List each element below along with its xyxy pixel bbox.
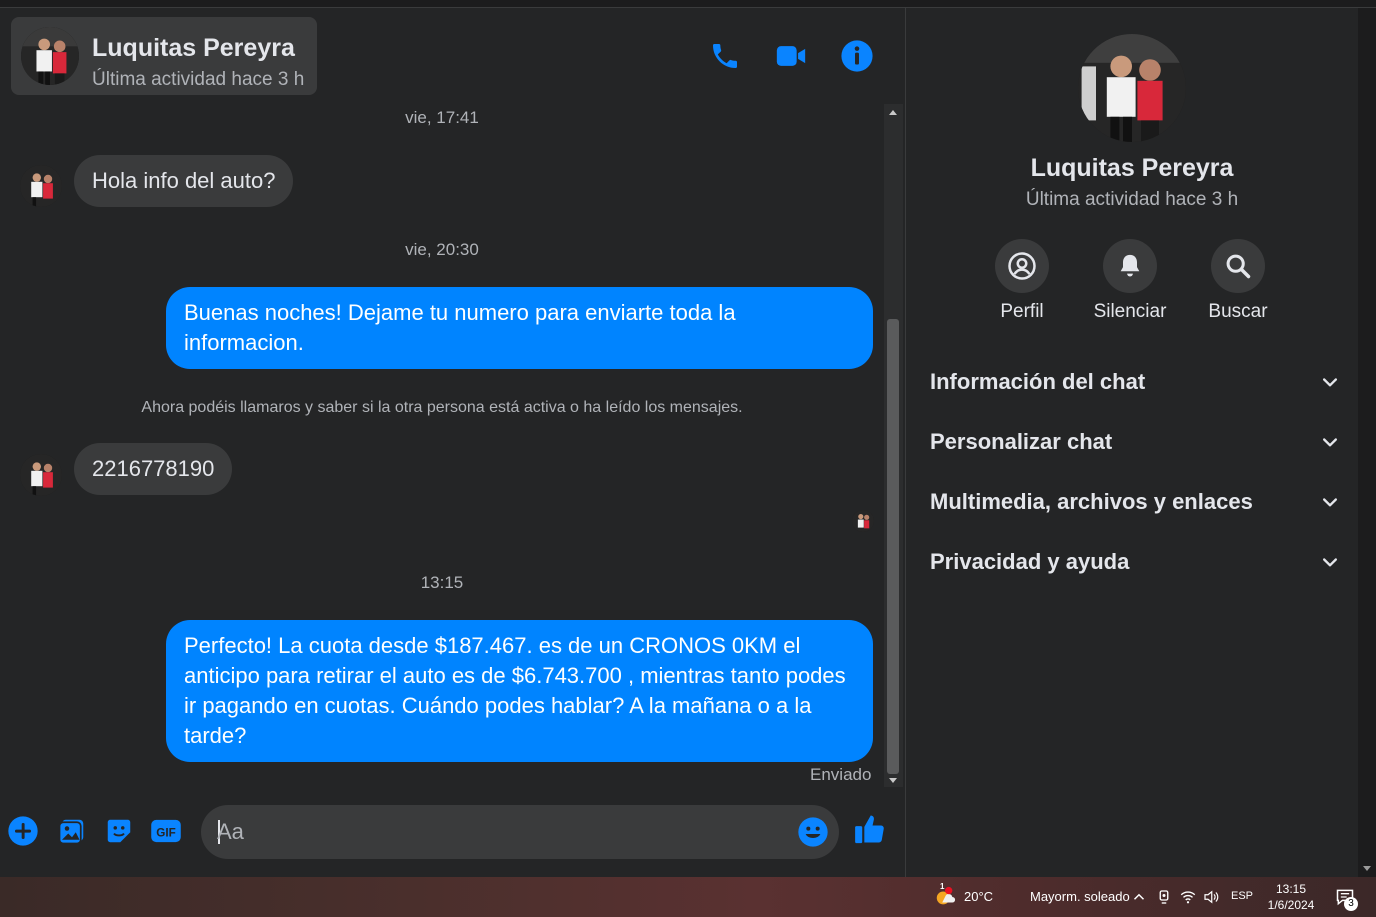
- section-label: Privacidad y ayuda: [930, 549, 1130, 574]
- section-privacy-support[interactable]: Privacidad y ayuda: [930, 537, 1340, 587]
- wifi-icon[interactable]: [1179, 888, 1197, 906]
- seen-indicator-avatar: [852, 510, 874, 532]
- scroll-up-arrow-icon[interactable]: [889, 110, 897, 115]
- conversation-details-panel: Luquitas Pereyra Última actividad hace 3…: [906, 8, 1358, 877]
- weather-sunny-icon[interactable]: [934, 886, 956, 908]
- window-top-border: [0, 0, 1376, 8]
- chat-notice: Ahora podéis llamaros y saber si la otra…: [141, 399, 743, 416]
- window-scrollbar[interactable]: [1358, 8, 1376, 877]
- section-customize-chat[interactable]: Personalizar chat: [930, 417, 1340, 467]
- chevron-down-icon: [1323, 438, 1337, 447]
- contact-status: Última actividad hace 3 h: [92, 69, 305, 90]
- chevron-up-icon[interactable]: [1130, 888, 1148, 906]
- info-icon: [841, 40, 873, 72]
- weather-description[interactable]: Mayorm. soleado: [1030, 889, 1130, 904]
- chat-header-contact[interactable]: Luquitas Pereyra Última actividad hace 3…: [11, 17, 317, 95]
- clock-date: 1/6/2024: [1267, 898, 1315, 912]
- weather-alert-count: 1: [940, 882, 945, 891]
- chevron-down-icon: [1323, 378, 1337, 387]
- mute-action[interactable]: Silenciar: [1080, 239, 1180, 323]
- image-icon: [58, 819, 84, 845]
- section-label: Personalizar chat: [930, 429, 1113, 454]
- more-actions-button[interactable]: [6, 814, 40, 848]
- scrollbar-thumb[interactable]: [887, 319, 899, 774]
- search-action[interactable]: Buscar: [1188, 239, 1288, 323]
- contact-name: Luquitas Pereyra: [92, 34, 295, 62]
- thumbs-up-icon: [855, 815, 884, 844]
- message-input-container[interactable]: [201, 805, 839, 859]
- messages-scrollbar[interactable]: [884, 104, 903, 787]
- video-icon: [776, 46, 806, 66]
- emoji-icon: [798, 817, 828, 847]
- search-action-label: Buscar: [1208, 301, 1268, 322]
- system-clock[interactable]: 13:15 1/6/2024: [1262, 881, 1320, 913]
- like-button[interactable]: [853, 812, 887, 846]
- video-call-button[interactable]: [773, 38, 809, 74]
- chat-column: Luquitas Pereyra Última actividad hace 3…: [0, 8, 905, 877]
- section-chat-info[interactable]: Información del chat: [930, 357, 1340, 407]
- message-timestamp: vie, 17:41: [405, 108, 479, 127]
- message-timestamp: 13:15: [420, 573, 464, 592]
- profile-icon: [1008, 252, 1036, 280]
- weather-temperature[interactable]: 20°C: [964, 889, 993, 904]
- chevron-down-icon: [1323, 558, 1337, 567]
- delivery-status: Enviado: [810, 765, 872, 784]
- scroll-down-arrow-icon[interactable]: [889, 778, 897, 783]
- section-media-files-links[interactable]: Multimedia, archivos y enlaces: [930, 477, 1340, 527]
- conversation-info-button[interactable]: [839, 38, 875, 74]
- windows-taskbar: 1 20°C Mayorm. soleado ESP 13:15 1/6/202…: [0, 877, 1376, 917]
- plus-icon: [8, 816, 38, 846]
- profile-action-label: Perfil: [1000, 301, 1044, 322]
- volume-icon[interactable]: [1202, 888, 1220, 906]
- scroll-down-arrow-icon[interactable]: [1363, 866, 1371, 871]
- clock-time: 13:15: [1275, 882, 1307, 896]
- attach-image-button[interactable]: [55, 814, 89, 848]
- chevron-down-icon: [1323, 498, 1337, 507]
- section-label: Información del chat: [930, 369, 1146, 394]
- profile-action[interactable]: Perfil: [972, 239, 1072, 323]
- gif-button[interactable]: GIF: [149, 814, 183, 848]
- sticker-icon: [107, 819, 131, 843]
- message-timestamp: vie, 20:30: [405, 240, 479, 259]
- gif-icon-label: GIF: [156, 827, 175, 840]
- section-label: Multimedia, archivos y enlaces: [930, 489, 1253, 514]
- emoji-button[interactable]: [797, 816, 829, 848]
- audio-call-button[interactable]: [707, 38, 743, 74]
- message-sender-avatar[interactable]: [20, 454, 62, 496]
- search-icon: [1226, 254, 1251, 279]
- panel-contact-status: Última actividad hace 3 h: [1025, 189, 1239, 210]
- outgoing-message-bubble[interactable]: Buenas noches! Dejame tu numero para env…: [166, 287, 873, 369]
- phone-icon: [713, 44, 737, 68]
- notification-count-badge: 3: [1344, 897, 1358, 911]
- message-input[interactable]: [217, 805, 787, 859]
- incoming-message-bubble[interactable]: 2216778190: [74, 443, 233, 495]
- panel-contact-name: Luquitas Pereyra: [1030, 154, 1234, 182]
- incoming-message-bubble[interactable]: Hola info del auto?: [74, 155, 294, 207]
- camera-privacy-icon[interactable]: [1155, 888, 1173, 906]
- outgoing-message-bubble[interactable]: Perfecto! La cuota desde $187.467. es de…: [166, 620, 873, 762]
- bell-icon: [1120, 254, 1140, 277]
- gif-icon: GIF: [151, 819, 181, 843]
- mute-action-label: Silenciar: [1093, 301, 1167, 322]
- input-language[interactable]: ESP: [1231, 890, 1253, 902]
- sticker-button[interactable]: [102, 814, 136, 848]
- contact-profile-avatar[interactable]: [1078, 34, 1186, 142]
- contact-avatar[interactable]: [21, 27, 79, 85]
- message-sender-avatar[interactable]: [20, 165, 62, 207]
